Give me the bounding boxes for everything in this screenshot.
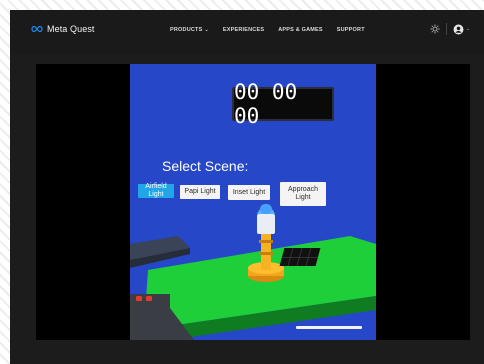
logo-text: Meta Quest: [47, 24, 95, 34]
airfield-light-button[interactable]: Airfield Light: [138, 183, 174, 198]
select-scene-title: Select Scene:: [162, 158, 249, 174]
nav-products[interactable]: PRODUCTS ⌄: [170, 27, 209, 33]
control-panel-box: [130, 294, 170, 340]
sun-icon: [430, 24, 440, 34]
meta-quest-logo[interactable]: Meta Quest: [30, 24, 95, 34]
meta-infinity-icon: [31, 25, 43, 33]
nav-apps-games[interactable]: APPS & GAMES: [278, 27, 323, 33]
nav-right-controls: ⌄: [430, 23, 470, 35]
nav-apps-games-label: APPS & GAMES: [278, 27, 323, 33]
top-navigation: Meta Quest PRODUCTS ⌄ EXPERIENCES APPS &…: [10, 10, 484, 54]
scene-slider-bar[interactable]: [296, 326, 362, 329]
chevron-down-icon: ⌄: [204, 27, 209, 33]
vr-scene-frame: 00 00 00 Select Scene: Airfield Light Pa…: [130, 64, 376, 340]
inset-light-button[interactable]: Inset Light: [228, 185, 270, 200]
light-grid-tray: [279, 248, 321, 266]
video-player[interactable]: 00 00 00 Select Scene: Airfield Light Pa…: [36, 64, 470, 340]
red-indicator-2: [146, 296, 152, 301]
nav-links: PRODUCTS ⌄ EXPERIENCES APPS & GAMES SUPP…: [170, 27, 365, 33]
timer-display: 00 00 00: [232, 80, 334, 128]
papi-light-button[interactable]: Papi Light: [180, 185, 220, 199]
theme-toggle[interactable]: [430, 24, 440, 34]
nav-products-label: PRODUCTS: [170, 27, 203, 33]
nav-support-label: SUPPORT: [336, 27, 365, 33]
chevron-down-icon: ⌄: [465, 26, 470, 32]
red-indicator-1: [136, 296, 142, 301]
nav-support[interactable]: SUPPORT: [337, 27, 365, 33]
nav-experiences-label: EXPERIENCES: [222, 27, 265, 33]
approach-light-button[interactable]: Approach Light: [280, 182, 326, 206]
account-icon: [453, 24, 464, 34]
nav-separator: [445, 23, 447, 35]
app-window: Meta Quest PRODUCTS ⌄ EXPERIENCES APPS &…: [10, 10, 484, 364]
account-menu[interactable]: ⌄: [453, 24, 470, 35]
nav-experiences[interactable]: EXPERIENCES: [223, 27, 264, 33]
